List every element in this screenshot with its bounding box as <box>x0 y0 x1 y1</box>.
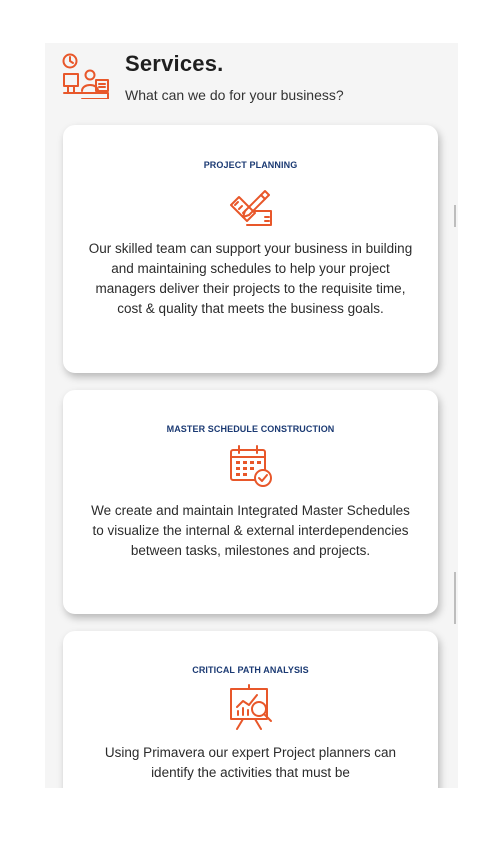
service-card-master-schedule[interactable]: MASTER SCHEDULE CONSTRUCTION We create a… <box>63 390 438 614</box>
project-planning-team-icon <box>62 53 109 99</box>
analytics-board-icon <box>229 684 272 730</box>
page-title: Services. <box>125 51 224 76</box>
service-card-critical-path[interactable]: CRITICAL PATH ANALYSIS Using Primavera o… <box>63 631 438 788</box>
service-card-title: PROJECT PLANNING <box>203 160 298 170</box>
ruler-pencil-icon <box>229 190 272 226</box>
calendar-check-icon <box>229 445 272 487</box>
service-card-title: MASTER SCHEDULE CONSTRUCTION <box>166 424 335 434</box>
services-header: Services. What can we do for your busine… <box>45 43 458 123</box>
service-card-project-planning[interactable]: PROJECT PLANNING Our skilled team can su… <box>63 125 438 373</box>
service-card-title: CRITICAL PATH ANALYSIS <box>192 665 309 675</box>
service-card-description: We create and maintain Integrated Master… <box>91 503 410 558</box>
service-card-description: Our skilled team can support your busine… <box>88 241 413 316</box>
services-section: Services. What can we do for your busine… <box>45 43 458 788</box>
scrollbar-indicator[interactable] <box>454 572 456 624</box>
scrollbar-indicator[interactable] <box>454 205 456 227</box>
service-card-description: Using Primavera our expert Project plann… <box>104 745 397 780</box>
page-subtitle: What can we do for your business? <box>125 87 344 103</box>
